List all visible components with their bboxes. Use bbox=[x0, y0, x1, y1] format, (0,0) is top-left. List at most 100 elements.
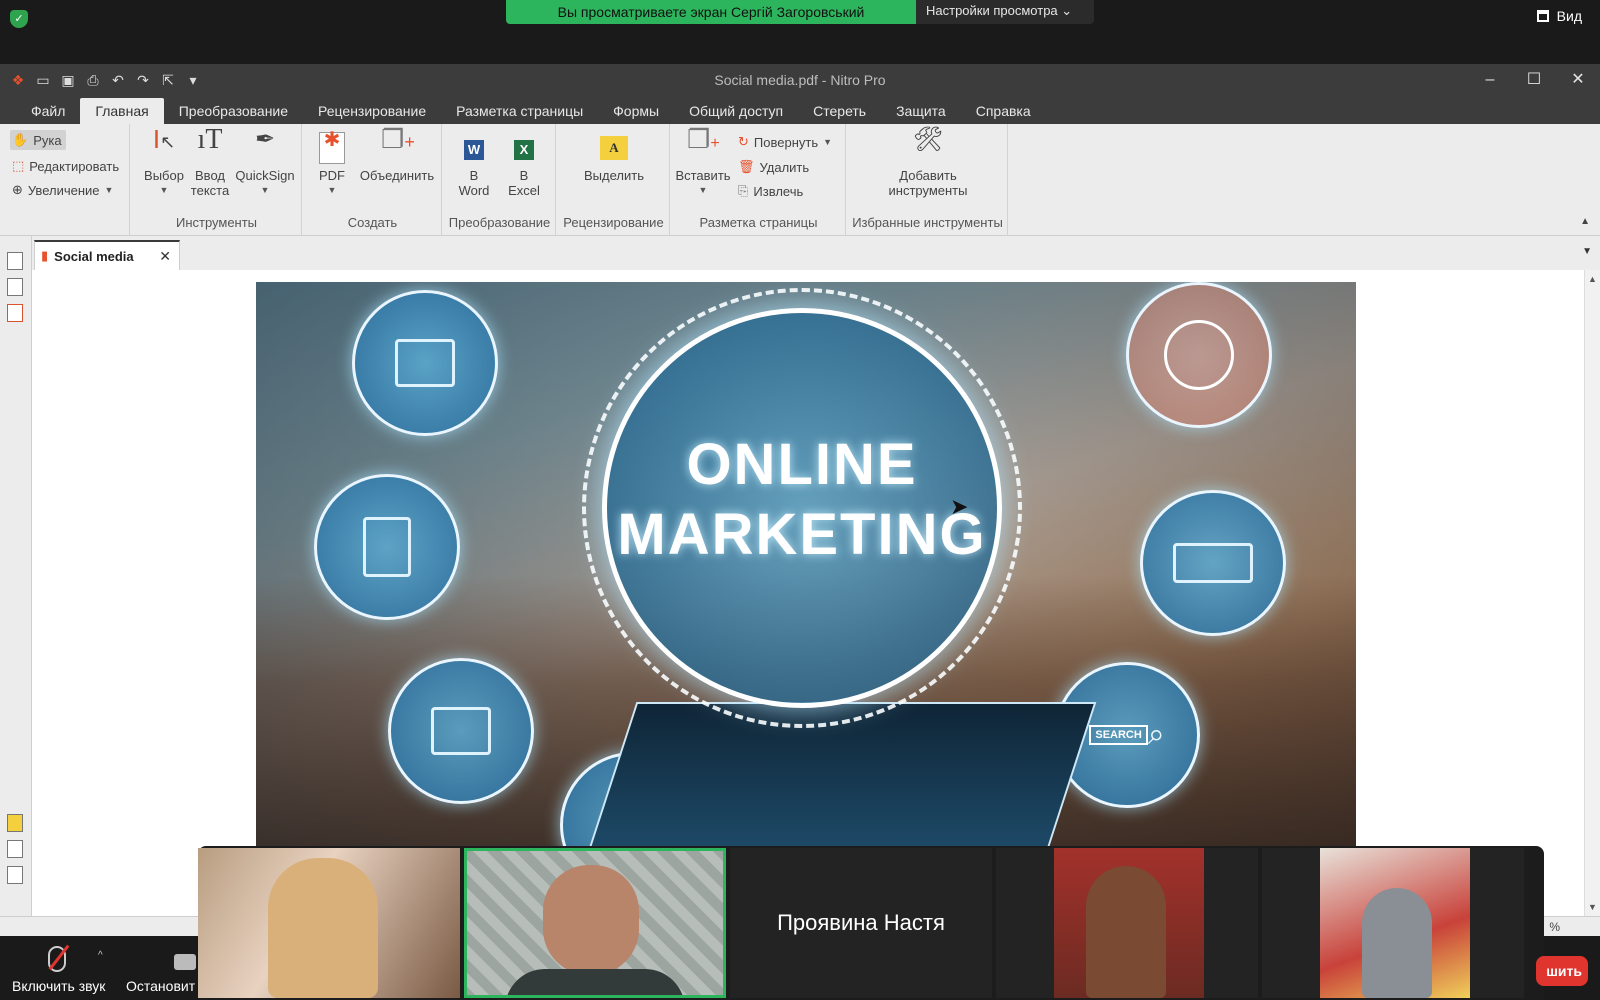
participant-strip: Проявина Настя bbox=[198, 846, 1544, 1000]
caret-down-icon: ▼ bbox=[159, 185, 169, 195]
insert-button[interactable]: ❐+ Вставить ▼ bbox=[672, 126, 734, 198]
menu-review[interactable]: Рецензирование bbox=[303, 98, 441, 124]
zoom-top-bar: ✓ Вы просматриваете экран Сергій Загоров… bbox=[0, 0, 1600, 62]
to-excel-button[interactable]: X В Excel bbox=[500, 132, 548, 198]
participant-silhouette bbox=[543, 865, 639, 975]
combine-label: Объединить bbox=[359, 168, 435, 183]
attachments-panel-icon[interactable] bbox=[7, 840, 23, 858]
to-excel-prefix: В bbox=[519, 168, 529, 183]
stop-video-label[interactable]: Остановит bbox=[126, 978, 195, 994]
shield-icon[interactable]: ✓ bbox=[10, 10, 28, 28]
participant-video-2[interactable] bbox=[464, 848, 726, 998]
participant-silhouette bbox=[1362, 888, 1432, 998]
view-settings-button[interactable]: Настройки просмотра ⌄ bbox=[916, 0, 1094, 24]
menu-erase[interactable]: Стереть bbox=[798, 98, 881, 124]
ribbon-group-page-layout: ❐+ Вставить ▼ ↻ Повернуть ▼ 🗑 Удалить ⎘ Извл… bbox=[672, 124, 846, 236]
caret-down-icon: ▼ bbox=[698, 185, 708, 195]
ribbon-group-create: ✱ PDF ▼ ❐+ Объединить Создать bbox=[304, 124, 442, 236]
menu-file[interactable]: Файл bbox=[16, 98, 80, 124]
add-tools-label-1: Добавить bbox=[899, 168, 957, 183]
highlight-icon: A bbox=[598, 132, 630, 164]
word-icon: W bbox=[458, 132, 490, 164]
hand-tool-button[interactable]: ✋ Рука bbox=[10, 130, 66, 150]
convert-group-label: Преобразование bbox=[448, 215, 551, 230]
menu-share[interactable]: Общий доступ bbox=[674, 98, 798, 124]
rotate-button[interactable]: ↻ Повернуть ▼ bbox=[738, 134, 832, 150]
minimize-icon[interactable]: – bbox=[1468, 64, 1512, 98]
add-tools-button[interactable]: 🛠 Добавить инструменты bbox=[858, 126, 998, 199]
ribbon-group-tools: I↖ Выбор ▼ ıT Ввод текста ✒ QuickSign ▼ … bbox=[132, 124, 302, 236]
participant-video-4[interactable] bbox=[996, 848, 1258, 998]
highlight-button[interactable]: A Выделить bbox=[572, 132, 656, 183]
combine-button[interactable]: ❐+ Объединить bbox=[356, 124, 438, 183]
vertical-scrollbar[interactable]: ▲ ▼ bbox=[1584, 270, 1600, 916]
pages-panel-icon[interactable] bbox=[7, 252, 23, 270]
rotate-icon: ↻ bbox=[738, 134, 749, 149]
output-panel-icon[interactable] bbox=[7, 866, 23, 884]
camera-icon[interactable] bbox=[174, 954, 196, 970]
view-settings-label: Настройки просмотра bbox=[926, 3, 1058, 18]
menu-page-layout[interactable]: Разметка страницы bbox=[441, 98, 598, 124]
tab-list-dropdown-icon[interactable]: ▼ bbox=[1582, 246, 1592, 257]
unmute-label[interactable]: Включить звук bbox=[12, 978, 105, 994]
analytics-monitor-icon bbox=[388, 658, 534, 804]
type-text-button[interactable]: ıT Ввод текста bbox=[188, 126, 232, 199]
add-tools-label-2: инструменты bbox=[888, 183, 968, 198]
globe-icon bbox=[1126, 282, 1272, 428]
search-panel-icon[interactable] bbox=[7, 278, 23, 296]
type-text-label-2: текста bbox=[190, 183, 230, 198]
caret-down-icon: ▼ bbox=[327, 185, 337, 195]
scroll-up-icon[interactable]: ▲ bbox=[1588, 274, 1597, 284]
maximize-icon[interactable]: ☐ bbox=[1512, 64, 1556, 98]
caret-down-icon: ▼ bbox=[260, 185, 270, 195]
headline-line-1: ONLINE bbox=[686, 432, 918, 497]
ribbon-group-nav: ✋ Рука ⬚ Редактировать ⊕ Увеличение ▼ bbox=[0, 124, 130, 236]
audio-options-caret-icon[interactable]: ^ bbox=[98, 950, 103, 961]
rotate-label: Повернуть bbox=[753, 134, 819, 150]
comments-panel-icon[interactable] bbox=[7, 814, 23, 832]
tools-icon: 🛠 bbox=[912, 126, 944, 153]
edit-icon: ⬚ bbox=[12, 158, 25, 173]
ribbon-group-convert: W В Word X В Excel Преобразование bbox=[444, 124, 556, 236]
participant-video-5[interactable] bbox=[1262, 848, 1524, 998]
zoom-tool-label: Увеличение bbox=[27, 182, 100, 198]
zoom-tool-button[interactable]: ⊕ Увеличение ▼ bbox=[12, 182, 113, 198]
quicksign-label: QuickSign bbox=[235, 168, 295, 183]
to-excel-label: Excel bbox=[508, 183, 540, 198]
combine-files-icon: ❐+ bbox=[381, 124, 415, 154]
menu-forms[interactable]: Формы bbox=[598, 98, 674, 124]
view-button[interactable]: Вид bbox=[1536, 8, 1582, 24]
menu-help[interactable]: Справка bbox=[961, 98, 1046, 124]
to-word-label: Word bbox=[458, 183, 490, 198]
menu-protect[interactable]: Защита bbox=[881, 98, 961, 124]
view-button-label: Вид bbox=[1556, 8, 1582, 24]
close-icon[interactable]: ✕ bbox=[1556, 64, 1600, 98]
end-meeting-button[interactable]: шить bbox=[1536, 956, 1588, 986]
page-layout-group-label: Разметка страницы bbox=[699, 215, 818, 230]
participant-name-tile[interactable]: Проявина Настя bbox=[730, 848, 992, 998]
quicksign-button[interactable]: ✒ QuickSign ▼ bbox=[232, 126, 298, 198]
edit-tool-button[interactable]: ⬚ Редактировать bbox=[12, 158, 119, 174]
create-pdf-button[interactable]: ✱ PDF ▼ bbox=[312, 130, 352, 198]
menu-bar: Файл Главная Преобразование Рецензирован… bbox=[0, 98, 1600, 124]
to-word-button[interactable]: W В Word bbox=[450, 132, 498, 198]
ribbon-group-favorites: 🛠 Добавить инструменты Избранные инструм… bbox=[848, 124, 1008, 236]
magnifier-icon: ⌕ bbox=[1147, 718, 1165, 751]
ribbon-group-review: A Выделить Рецензирование bbox=[558, 124, 670, 236]
menu-convert[interactable]: Преобразование bbox=[164, 98, 303, 124]
collapse-ribbon-icon[interactable]: ▲ bbox=[1580, 216, 1590, 227]
menu-home[interactable]: Главная bbox=[80, 98, 164, 124]
presentation-icon bbox=[1140, 490, 1286, 636]
participant-video-1[interactable] bbox=[198, 848, 460, 998]
close-tab-icon[interactable]: ✕ bbox=[159, 248, 171, 265]
scroll-down-icon[interactable]: ▼ bbox=[1588, 902, 1597, 912]
delete-button[interactable]: 🗑 Удалить bbox=[738, 159, 809, 175]
bookmarks-panel-icon[interactable] bbox=[7, 304, 23, 322]
document-tab-label: Social media bbox=[54, 248, 134, 264]
select-label: Выбор bbox=[144, 168, 184, 183]
pen-icon: ✒ bbox=[254, 126, 276, 153]
document-tab[interactable]: ▮ Social media ✕ bbox=[34, 240, 180, 270]
pdf-page-image: SEARCH ⌕ ONLINE MARKETING ➤ bbox=[256, 282, 1356, 846]
extract-button[interactable]: ⎘ Извлечь bbox=[738, 183, 803, 199]
select-button[interactable]: I↖ Выбор ▼ bbox=[140, 126, 188, 198]
